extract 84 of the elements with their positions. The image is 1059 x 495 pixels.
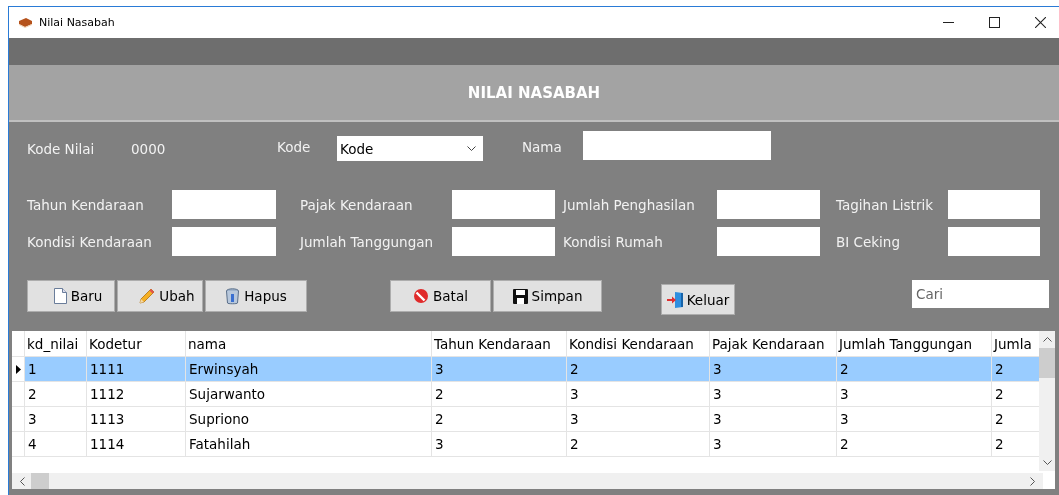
table-cell: 2: [837, 357, 992, 382]
table-cell: 4: [25, 432, 87, 457]
table-cell: 2: [837, 432, 992, 457]
table-cell: Supriono: [186, 407, 432, 432]
field-label: BI Ceking: [836, 233, 901, 250]
code-value: 0000: [131, 140, 167, 157]
input-field[interactable]: [452, 190, 555, 219]
input-field[interactable]: [172, 227, 276, 256]
kode-dropdown[interactable]: Kode: [337, 136, 483, 161]
table-cell: 3: [432, 357, 567, 382]
toolbar-button[interactable]: Hapus: [205, 280, 307, 312]
table-cell: 1114: [87, 432, 186, 457]
table-cell: 3: [710, 407, 837, 432]
table-cell: 3: [837, 407, 992, 432]
table-cell: 2: [567, 357, 710, 382]
table-cell: 3: [25, 407, 87, 432]
maximize-icon[interactable]: [989, 17, 1000, 28]
table-cell: Erwinsyah: [186, 357, 432, 382]
table-cell: 3: [567, 382, 710, 407]
scroll-thumb[interactable]: [1039, 348, 1055, 378]
pencil-icon: [139, 288, 156, 304]
save-icon: [512, 288, 528, 304]
toolbar-button[interactable]: Baru: [27, 280, 115, 312]
table-cell: 3: [432, 432, 567, 457]
field-label: Kondisi Rumah: [563, 233, 664, 250]
table-cell: 2: [567, 432, 710, 457]
no-entry-icon: [413, 288, 430, 304]
table-cell: 3: [837, 382, 992, 407]
toolbar-button[interactable]: Simpan: [493, 280, 602, 312]
table-cell: 1: [25, 357, 87, 382]
book-icon: [18, 17, 33, 28]
table-cell: 1113: [87, 407, 186, 432]
field-label: Tahun Kendaraan: [27, 196, 145, 213]
table-cell: 3: [710, 432, 837, 457]
scroll-up-icon[interactable]: [1042, 337, 1052, 342]
window-title: Nilai Nasabah: [39, 16, 115, 29]
scroll-left-icon[interactable]: [20, 476, 25, 486]
scroll-thumb[interactable]: [31, 473, 49, 489]
field-label: Tagihan Listrik: [836, 196, 934, 213]
bin-icon: [225, 287, 241, 305]
row-pointer-icon: [15, 364, 21, 374]
input-field[interactable]: [948, 227, 1040, 256]
field-label: Kode Nilai: [27, 140, 96, 157]
close-icon[interactable]: [1035, 17, 1046, 28]
input-field[interactable]: [452, 227, 555, 256]
scroll-down-icon[interactable]: [1042, 460, 1052, 465]
search-field[interactable]: Cari: [912, 280, 1049, 308]
field-label: Nama: [522, 138, 563, 155]
table-cell: Fatahilah: [186, 432, 432, 457]
table-cell: Sujarwanto: [186, 382, 432, 407]
input-field[interactable]: [948, 190, 1040, 219]
minimize-icon[interactable]: [943, 22, 954, 23]
nama-field[interactable]: [583, 130, 771, 160]
input-field[interactable]: [717, 190, 820, 219]
field-label: Pajak Kendaraan: [300, 196, 414, 213]
table-row[interactable]: 1 1111 Erwinsyah 3 2 3 2 2: [12, 357, 1039, 382]
scroll-right-icon[interactable]: [1030, 476, 1035, 486]
field-label: Jumlah Penghasilan: [563, 196, 696, 213]
input-field[interactable]: [172, 190, 276, 219]
input-field[interactable]: [717, 227, 820, 256]
table-cell: 2: [25, 382, 87, 407]
toolbar-button[interactable]: Batal: [390, 280, 491, 312]
table-cell: 2: [432, 407, 567, 432]
table-cell: 1111: [87, 357, 186, 382]
document-icon: [53, 288, 67, 304]
toolbar-button[interactable]: Keluar: [661, 284, 735, 315]
form-title: NILAI NASABAH: [467, 83, 601, 102]
table-cell: 1112: [87, 382, 186, 407]
horizontal-scrollbar[interactable]: [12, 473, 1043, 489]
table-cell: 3: [710, 357, 837, 382]
table-cell: 2: [432, 382, 567, 407]
table-row[interactable]: 4 1114 Fatahilah 3 2 3 2 2: [12, 432, 1039, 457]
door-exit-icon: [666, 291, 685, 308]
table-cell: 3: [567, 407, 710, 432]
vertical-scrollbar[interactable]: [1039, 331, 1055, 471]
field-label: Jumlah Tanggungan: [300, 233, 435, 250]
table-cell: 2: [992, 357, 1039, 382]
table-row[interactable]: 3 1113 Supriono 2 3 3 3 2: [12, 407, 1039, 432]
field-label: Kode: [277, 138, 312, 155]
toolbar-button[interactable]: Ubah: [117, 280, 203, 312]
field-label: Kondisi Kendaraan: [27, 233, 153, 250]
table-cell: 3: [710, 382, 837, 407]
chevron-icon: [467, 146, 476, 151]
table-row[interactable]: 2 1112 Sujarwanto 2 3 3 3 2: [12, 382, 1039, 407]
